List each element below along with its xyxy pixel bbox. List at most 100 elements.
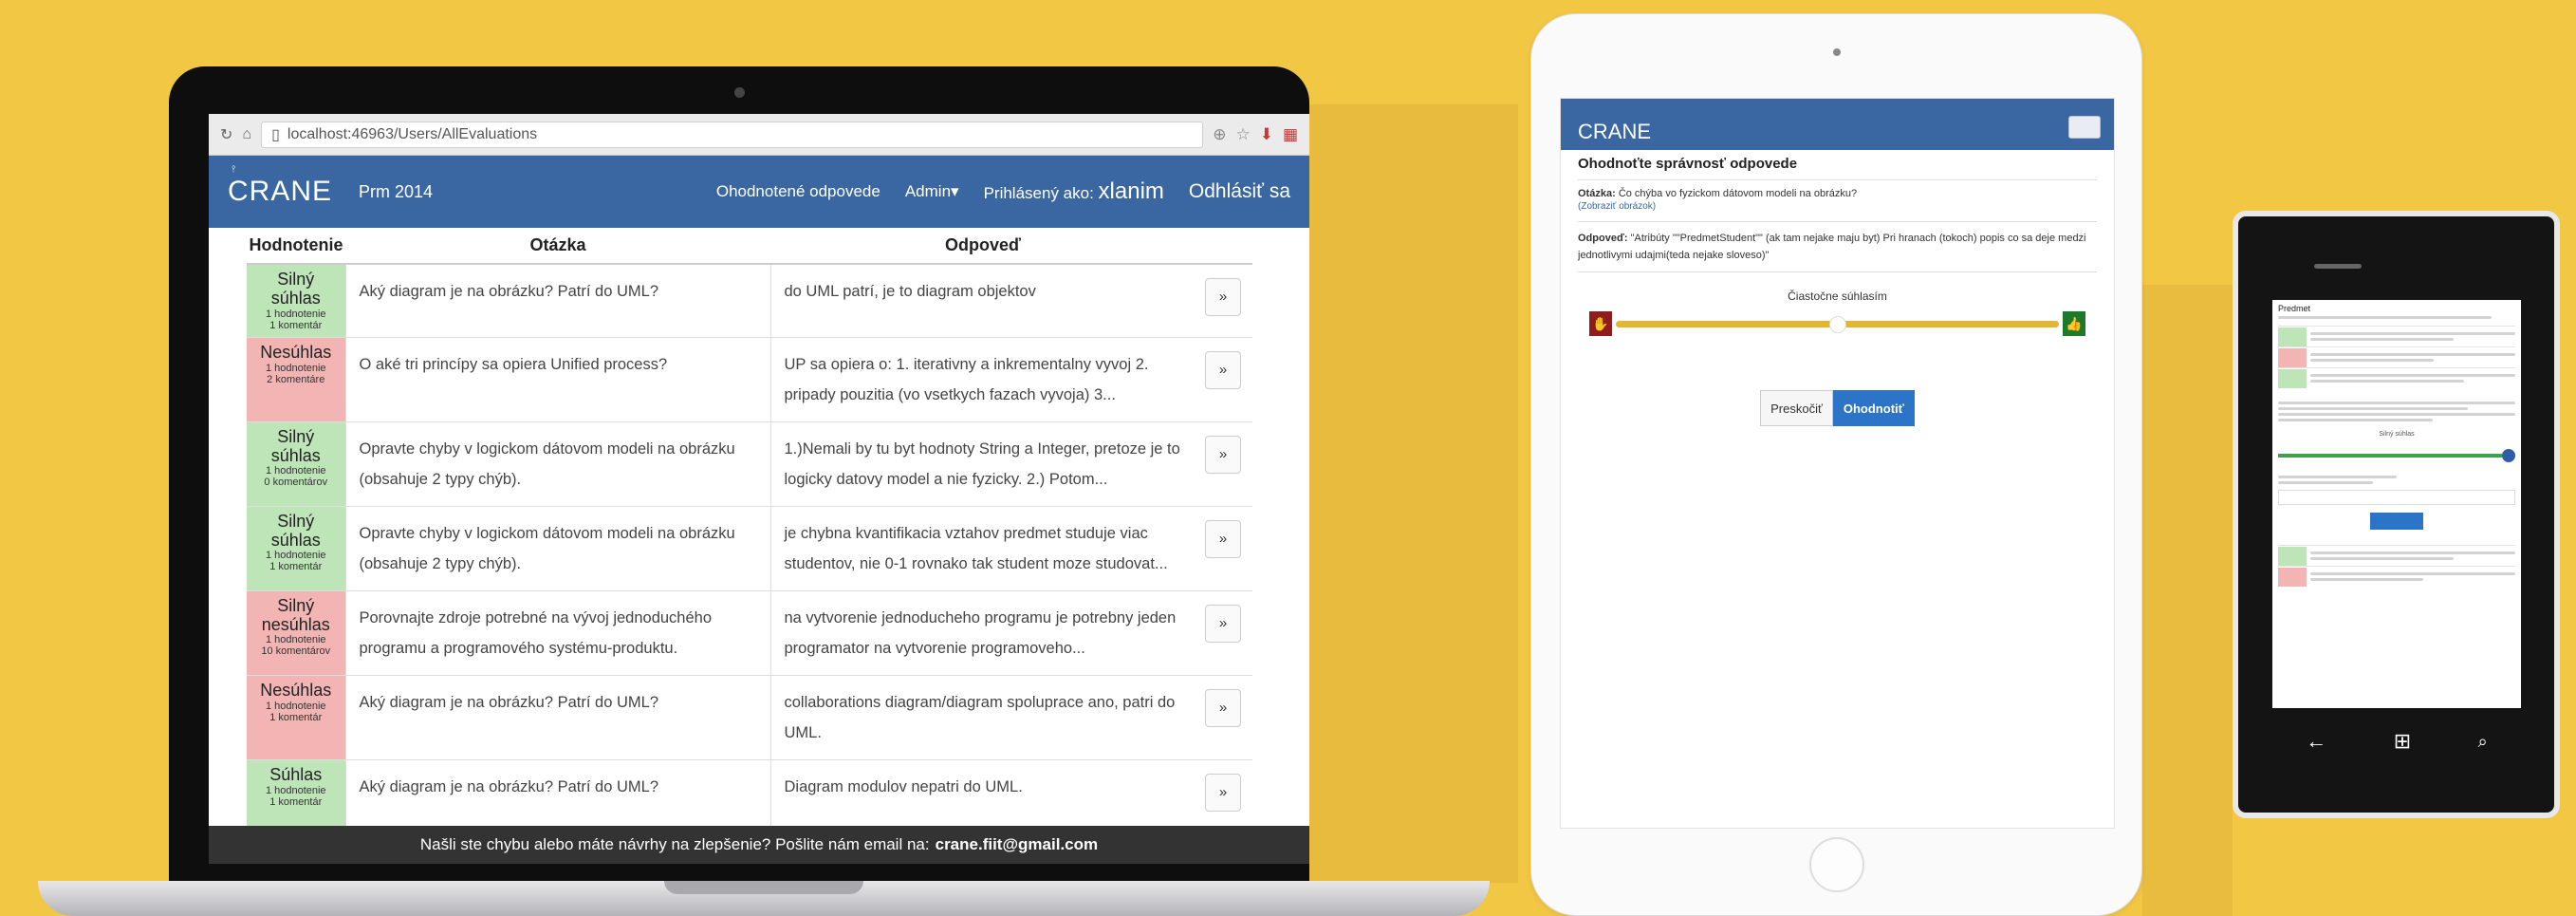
comment-count: 1 komentár	[269, 711, 323, 723]
reload-icon[interactable]: ↻	[220, 125, 232, 144]
answer-line: Odpoveď: "Atribúty ""PredmetStudent"" (a…	[1578, 222, 2097, 272]
open-detail-button[interactable]: »	[1205, 435, 1241, 474]
rating-label: Nesúhlas	[260, 342, 332, 362]
open-detail-button[interactable]: »	[1205, 519, 1241, 558]
phone-slider-label: Silný súhlas	[2379, 431, 2415, 438]
rating-count: 1 hodnotenie	[265, 784, 326, 796]
menu-icon[interactable]: ▦	[1283, 125, 1298, 144]
zoom-icon[interactable]: ⊕	[1213, 125, 1226, 144]
header-rating: Hodnotenie	[247, 228, 345, 265]
table-row: Súhlas 1 hodnotenie 1 komentár Aký diagr…	[247, 759, 1252, 833]
answer-cell: UP sa opiera o: 1. iterativny a inkremen…	[769, 337, 1195, 422]
phone-row[interactable]	[2278, 326, 2515, 346]
open-detail-button[interactable]: »	[1205, 350, 1241, 389]
question-cell: O aké tri princípy sa opiera Unified pro…	[344, 337, 770, 422]
answer-cell: Diagram modulov nepatri do UML.	[769, 759, 1195, 833]
rating-label: Silný súhlas	[270, 426, 321, 465]
thumbs-up-icon: 👍	[2063, 311, 2085, 336]
nav-evaluated-answers[interactable]: Ohodnotené odpovede	[716, 182, 880, 201]
open-detail-button[interactable]: »	[1205, 604, 1241, 643]
slider-handle[interactable]	[1828, 316, 1846, 333]
phone-slider-handle[interactable]	[2502, 449, 2515, 462]
logout-link[interactable]: Odhlásiť sa	[1189, 180, 1290, 203]
rating-label: Súhlas	[269, 764, 323, 784]
page-icon: ▯	[271, 126, 280, 143]
thumbs-down-icon: ✋	[1589, 311, 1612, 336]
footer-email[interactable]: crane.fiit@gmail.com	[936, 835, 1099, 854]
rating-cell: Silný súhlas 1 hodnotenie 1 komentár	[247, 264, 345, 338]
question-cell: Aký diagram je na obrázku? Patrí do UML?	[344, 759, 770, 833]
comment-count: 1 komentár	[269, 561, 323, 573]
show-image-link[interactable]: (Zobraziť obrázok)	[1578, 201, 2097, 222]
open-detail-button[interactable]: »	[1205, 688, 1241, 727]
rating-label: Silný súhlas	[270, 511, 321, 550]
home-icon[interactable]: ⌂	[242, 126, 251, 143]
submit-rating-button[interactable]: Ohodnotiť	[1832, 390, 1915, 426]
footer: Našli ste chybu alebo máte návrhy na zle…	[209, 826, 1309, 864]
answer-cell: do UML patrí, je to diagram objektov	[769, 264, 1195, 338]
tablet-shadow	[2142, 285, 2233, 916]
header-answer: Odpoveď	[770, 228, 1195, 265]
windows-icon[interactable]: ⊞	[2394, 729, 2411, 754]
table-row: Silný súhlas 1 hodnotenie 1 komentár Opr…	[247, 506, 1252, 591]
search-icon[interactable]: ⌕	[2478, 732, 2488, 752]
crane-logo[interactable]: ⫯ CRANE	[228, 164, 332, 208]
question-cell: Opravte chyby v logickom dátovom modeli …	[344, 506, 770, 591]
agreement-slider[interactable]: ✋ 👍	[1578, 310, 2097, 337]
phone-submit-button[interactable]	[2370, 513, 2423, 530]
tablet-screen: CRANE Ohodnoťte správnosť odpovede Otázk…	[1560, 98, 2115, 829]
header-question: Otázka	[345, 228, 770, 265]
nav-admin-dropdown[interactable]: Admin▾	[905, 182, 959, 201]
phone-row[interactable]	[2278, 545, 2515, 566]
slider-label: Čiastočne súhlasím	[1788, 290, 1887, 303]
evaluate-heading: Ohodnoťte správnosť odpovede	[1578, 156, 2097, 180]
tablet-camera	[1832, 48, 1841, 56]
rating-label: Nesúhlas	[260, 680, 332, 700]
answer-cell: na vytvorenie jednoducheho programu je p…	[769, 590, 1195, 676]
tablet: CRANE Ohodnoťte správnosť odpovede Otázk…	[1530, 13, 2142, 916]
back-arrow-icon[interactable]: ←	[2306, 729, 2326, 754]
phone-slider[interactable]	[2278, 449, 2515, 462]
open-detail-button[interactable]: »	[1205, 773, 1241, 812]
star-icon[interactable]: ☆	[1235, 125, 1250, 144]
address-bar[interactable]: ▯ localhost:46963/Users/AllEvaluations	[261, 121, 1204, 148]
open-detail-button[interactable]: »	[1205, 278, 1241, 316]
url-text: localhost:46963/Users/AllEvaluations	[287, 125, 538, 142]
table-row: Nesúhlas 1 hodnotenie 2 komentáre O aké …	[247, 337, 1252, 422]
hamburger-menu-icon[interactable]	[2068, 116, 2101, 139]
phone-title: Predmet	[2278, 304, 2311, 313]
course-label[interactable]: Prm 2014	[359, 182, 433, 202]
phone-row[interactable]	[2278, 346, 2515, 367]
extension-icon[interactable]: ⬇	[1260, 125, 1273, 144]
phone-comment-input[interactable]	[2278, 490, 2515, 505]
comment-count: 0 komentárov	[264, 477, 328, 489]
footer-text: Našli ste chybu alebo máte návrhy na zle…	[419, 835, 930, 853]
signed-in-label: Prihlásený ako: xlanim	[983, 178, 1164, 204]
phone-screen: Predmet Silný súhlas	[2272, 300, 2521, 708]
question-cell: Aký diagram je na obrázku? Patrí do UML?	[344, 675, 770, 760]
rating-cell: Nesúhlas 1 hodnotenie 2 komentáre	[247, 337, 345, 422]
rating-cell: Silný nesúhlas 1 hodnotenie 10 komentáro…	[247, 590, 345, 676]
phone-detail-text	[2278, 402, 2515, 421]
table-row: Silný súhlas 1 hodnotenie 1 komentár Aký…	[247, 264, 1252, 338]
phone-row[interactable]	[2278, 367, 2515, 388]
comment-count: 2 komentáre	[267, 373, 325, 385]
browser-toolbar: ↻ ⌂ ▯ localhost:46963/Users/AllEvaluatio…	[209, 114, 1309, 156]
answer-cell: je chybna kvantifikacia vztahov predmet …	[769, 506, 1195, 591]
rating-count: 1 hodnotenie	[265, 362, 326, 374]
laptop-notch	[664, 881, 863, 894]
tablet-home-button[interactable]	[1808, 837, 1864, 892]
table-row: Silný súhlas 1 hodnotenie 0 komentárov O…	[247, 421, 1252, 507]
skip-button[interactable]: Preskočiť	[1760, 390, 1833, 426]
tablet-logo[interactable]: CRANE	[1578, 120, 1651, 144]
rating-count: 1 hodnotenie	[265, 465, 326, 477]
phone-navbar: ← ⊞ ⌕	[2272, 715, 2521, 768]
laptop-shadow	[1309, 104, 1518, 883]
phone-row[interactable]	[2278, 566, 2515, 587]
question-cell: Porovnajte zdroje potrebné na vývoj jedn…	[344, 590, 770, 676]
rating-cell: Silný súhlas 1 hodnotenie 0 komentárov	[247, 421, 345, 507]
rating-cell: Nesúhlas 1 hodnotenie 1 komentár	[247, 675, 345, 760]
rating-label: Silný súhlas	[270, 270, 321, 308]
phone: Predmet Silný súhlas ← ⊞ ⌕	[2233, 211, 2560, 818]
tablet-navbar: CRANE	[1561, 99, 2114, 150]
